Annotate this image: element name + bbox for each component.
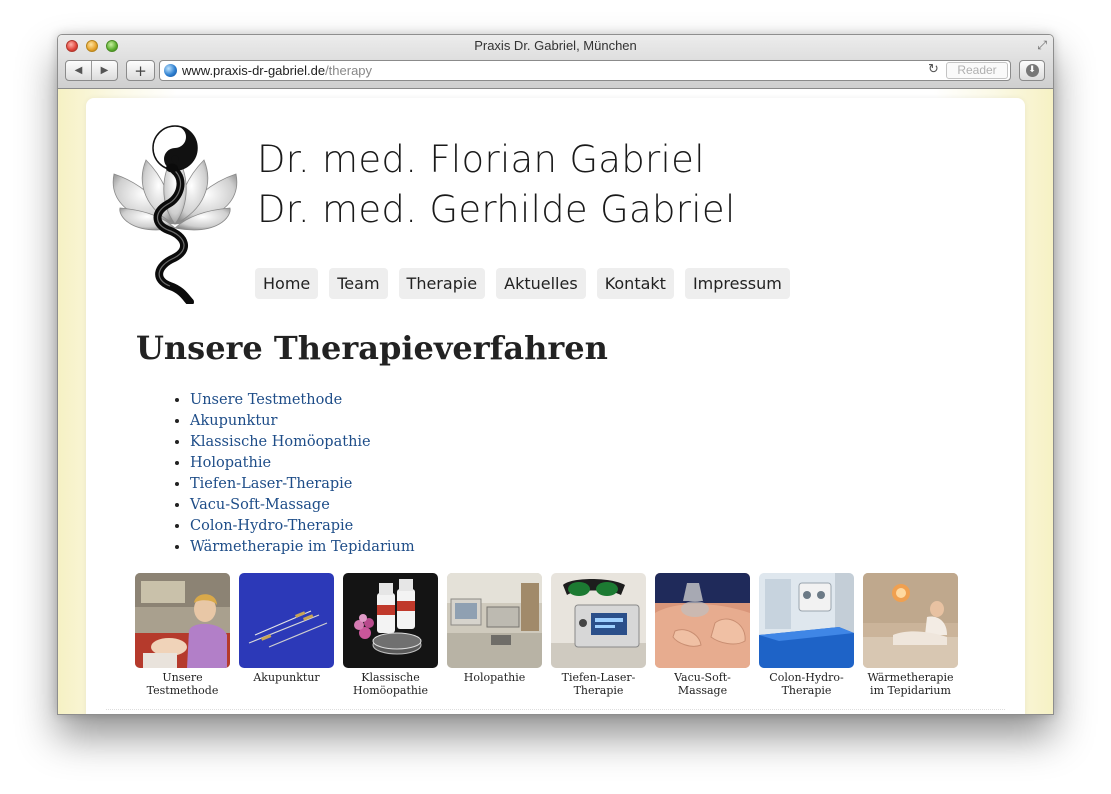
photo-vacu-soft[interactable] [655,573,750,668]
reload-icon[interactable]: ↻ [928,62,939,77]
fullscreen-icon[interactable]: ⤢ [1037,38,1047,53]
list-item: Vacu-Soft-Massage [190,495,415,516]
list-item: Unsere Testmethode [190,390,415,411]
nav-kontakt[interactable]: Kontakt [596,268,674,299]
back-forward-buttons: ◀ ▶ [65,60,118,81]
globe-icon [164,64,177,77]
therapy-link-akupunktur[interactable]: Akupunktur [190,413,277,429]
photo-waermetherapie[interactable] [863,573,958,668]
url-text[interactable]: www.praxis-dr-gabriel.de/therapy [182,63,372,78]
add-bookmark-button[interactable]: + [126,60,155,81]
photo-testmethode[interactable] [135,573,230,668]
gallery-caption: Holopathie [463,671,526,684]
therapy-link-waermetherapie[interactable]: Wärmetherapie im Tepidarium [190,539,415,555]
gallery-caption: Vacu-Soft- Massage [674,671,731,697]
therapy-link-testmethode[interactable]: Unsere Testmethode [190,392,342,408]
gallery-item-vacu-soft[interactable]: Vacu-Soft- Massage [655,573,751,697]
photo-akupunktur[interactable] [239,573,334,668]
page-title: Unsere Therapieverfahren [136,329,608,367]
doctor-name-2: Dr. med. Gerhilde Gabriel [257,188,736,231]
download-arrow-icon: ⬇ [1025,64,1039,77]
photo-colon-hydro[interactable] [759,573,854,668]
therapy-link-holopathie[interactable]: Holopathie [190,455,271,471]
gallery-caption: Akupunktur [253,671,320,684]
nav-therapie[interactable]: Therapie [398,268,486,299]
gallery-caption: Unsere Testmethode [146,671,219,697]
photo-tiefen-laser[interactable] [551,573,646,668]
browser-window: Praxis Dr. Gabriel, München ⤢ ◀ ▶ + www.… [57,34,1054,715]
doctor-name-1: Dr. med. Florian Gabriel [257,138,705,181]
nav-team[interactable]: Team [329,268,388,299]
divider [106,709,1005,710]
list-item: Klassische Homöopathie [190,432,415,453]
therapy-link-homoeopathie[interactable]: Klassische Homöopathie [190,434,371,450]
gallery-caption: Klassische Homöopathie [352,671,429,697]
gallery-item-tiefen-laser[interactable]: Tiefen-Laser- Therapie [551,573,647,697]
gallery-item-colon-hydro[interactable]: Colon-Hydro- Therapie [759,573,855,697]
photo-homoeopathie[interactable] [343,573,438,668]
list-item: Colon-Hydro-Therapie [190,516,415,537]
nav-home[interactable]: Home [255,268,319,299]
url-path: /therapy [325,63,373,78]
list-item: Holopathie [190,453,415,474]
gallery-item-testmethode[interactable]: Unsere Testmethode [135,573,231,697]
list-item: Wärmetherapie im Tepidarium [190,537,415,558]
gallery-caption: Colon-Hydro- Therapie [769,671,844,697]
back-arrow-icon[interactable]: ◀ [66,61,91,80]
nav-aktuelles[interactable]: Aktuelles [496,268,586,299]
main-navigation: Home Team Therapie Aktuelles Kontakt Imp… [255,268,790,299]
list-item: Tiefen-Laser-Therapie [190,474,415,495]
gallery-item-waermetherapie[interactable]: Wärmetherapie im Tepidarium [863,573,959,697]
forward-arrow-icon[interactable]: ▶ [92,61,117,80]
web-page: Dr. med. Florian Gabriel Dr. med. Gerhil… [58,89,1053,714]
therapy-link-vacu-soft[interactable]: Vacu-Soft-Massage [190,497,330,513]
lotus-yin-yang-snake-logo [112,125,238,304]
reader-button[interactable]: Reader [946,62,1008,79]
nav-impressum[interactable]: Impressum [684,268,790,299]
gallery-caption: Wärmetherapie im Tepidarium [867,671,954,697]
gallery-item-akupunktur[interactable]: Akupunktur [239,573,335,685]
therapy-link-tiefen-laser[interactable]: Tiefen-Laser-Therapie [190,476,352,492]
browser-toolbar: Praxis Dr. Gabriel, München ⤢ ◀ ▶ + www.… [58,35,1053,89]
gallery-caption: Tiefen-Laser- Therapie [561,671,636,697]
therapy-link-colon-hydro[interactable]: Colon-Hydro-Therapie [190,518,353,534]
window-title: Praxis Dr. Gabriel, München [474,38,637,53]
gallery-item-homoeopathie[interactable]: Klassische Homöopathie [343,573,439,697]
therapy-list: Unsere Testmethode Akupunktur Klassische… [171,390,415,558]
downloads-button[interactable]: ⬇ [1019,60,1045,81]
address-bar[interactable]: www.praxis-dr-gabriel.de/therapy ↻ Reade… [159,60,1011,81]
url-domain: www.praxis-dr-gabriel.de [182,63,326,78]
plus-icon: + [134,61,147,80]
photo-holopathie[interactable] [447,573,542,668]
content-card: Dr. med. Florian Gabriel Dr. med. Gerhil… [86,98,1025,714]
list-item: Akupunktur [190,411,415,432]
gallery-item-holopathie[interactable]: Holopathie [447,573,543,685]
